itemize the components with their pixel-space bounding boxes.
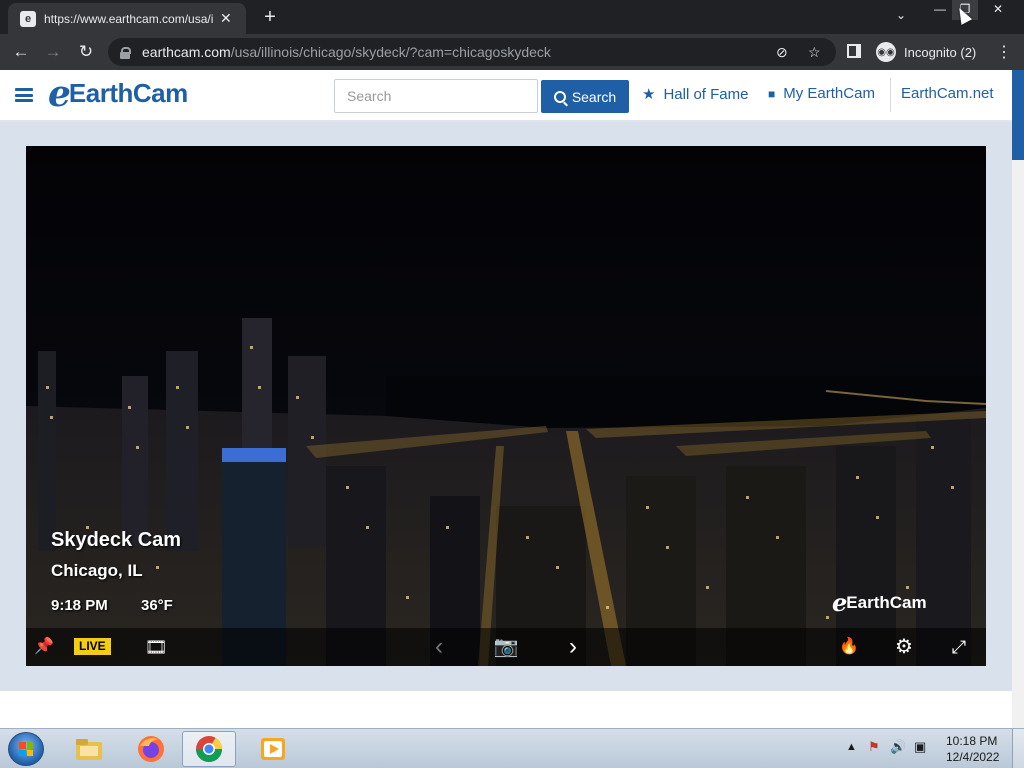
show-desktop-button[interactable] <box>1012 729 1024 768</box>
media-player-icon <box>261 738 285 760</box>
scrollbar-track[interactable] <box>1012 160 1024 728</box>
earthcam-favicon-icon: e <box>20 10 36 27</box>
watermark-mark: e <box>832 588 848 617</box>
start-button[interactable] <box>8 732 44 766</box>
media-player-taskbar-icon[interactable] <box>246 731 300 767</box>
folder-icon <box>76 739 102 760</box>
watermark-text: EarthCam <box>846 593 927 612</box>
clock-date[interactable]: 12/4/2022 <box>946 750 999 764</box>
side-panel-icon[interactable] <box>847 44 861 58</box>
video-camera-icon: ■ <box>768 86 776 101</box>
star-icon: ★ <box>642 86 656 103</box>
browser-tab-strip: e https://www.earthcam.com/usa/i ✕ + ⌄ —… <box>0 0 1024 34</box>
search-input[interactable] <box>334 79 538 113</box>
new-tab-button[interactable]: + <box>258 6 282 28</box>
pin-icon[interactable]: 📌 <box>34 636 54 658</box>
video-player[interactable]: Skydeck Cam Chicago, IL 9:18 PM 36°F e E… <box>26 146 986 666</box>
next-arrow-icon[interactable]: › <box>564 635 582 659</box>
earthcam-net-link[interactable]: EarthCam.net <box>901 85 994 102</box>
hamburger-menu-icon[interactable] <box>15 88 33 102</box>
my-earthcam-label: My EarthCam <box>783 85 875 102</box>
minimize-button[interactable]: — <box>928 0 952 20</box>
browser-menu-icon[interactable]: ⋮ <box>996 42 1012 62</box>
file-explorer-taskbar-icon[interactable] <box>62 731 116 767</box>
search-button[interactable]: Search <box>541 80 629 113</box>
firefox-icon <box>138 736 164 762</box>
address-bar[interactable]: earthcam.com/usa/illinois/chicago/skydec… <box>108 38 836 66</box>
scrollbar-thumb[interactable] <box>1012 70 1024 160</box>
content-below-player <box>0 691 1012 728</box>
action-center-flag-icon[interactable]: ⚑ <box>868 739 880 755</box>
snapshot-camera-icon[interactable]: 📷 <box>490 636 522 658</box>
volume-icon[interactable]: 🔊 <box>890 739 906 755</box>
fullscreen-icon[interactable]: ⤢ <box>948 636 970 658</box>
incognito-icon: ◉◉ <box>876 42 896 62</box>
film-icon[interactable]: 🎞 <box>144 636 168 658</box>
player-controls: 📌 LIVE 🎞 ‹ 📷 › 🔥 ⚙ ⤢ <box>26 628 986 666</box>
tab-search-icon[interactable]: ⌄ <box>896 8 906 22</box>
hot-flame-icon[interactable]: 🔥 <box>838 636 860 658</box>
logo-mark: e <box>48 72 71 115</box>
site-header: e EarthCam Search ★ Hall of Fame ■ My Ea… <box>0 70 1012 121</box>
back-arrow-icon[interactable]: ← <box>10 41 32 63</box>
chrome-icon <box>195 736 223 763</box>
tab-title: https://www.earthcam.com/usa/i <box>44 11 214 26</box>
camera-title: Skydeck Cam <box>51 529 182 551</box>
hall-of-fame-label: Hall of Fame <box>663 85 749 103</box>
browser-tab[interactable]: e https://www.earthcam.com/usa/i ✕ <box>8 3 246 34</box>
chrome-taskbar-icon[interactable] <box>182 731 236 767</box>
lock-icon[interactable] <box>120 46 131 59</box>
bookmark-star-icon[interactable]: ☆ <box>808 44 821 61</box>
url-host: earthcam.com <box>142 44 231 60</box>
windows-taskbar: ▲ ⚑ 🔊 ▣ 10:18 PM 12/4/2022 <box>0 728 1024 768</box>
hall-of-fame-link[interactable]: ★ Hall of Fame <box>642 85 749 104</box>
logo-text: EarthCam <box>68 78 188 108</box>
reload-icon[interactable]: ↻ <box>75 41 97 63</box>
camera-time: 9:18 PM <box>51 597 108 614</box>
my-earthcam-link[interactable]: ■ My EarthCam <box>768 85 875 102</box>
network-icon[interactable]: ▣ <box>914 739 926 755</box>
window-close-button[interactable]: ✕ <box>980 0 1016 20</box>
previous-arrow-icon[interactable]: ‹ <box>430 635 448 659</box>
camera-location: Chicago, IL <box>51 561 143 580</box>
nav-divider <box>890 78 891 112</box>
firefox-taskbar-icon[interactable] <box>124 731 178 767</box>
earthcam-net-label: EarthCam.net <box>901 85 994 102</box>
live-badge[interactable]: LIVE <box>74 638 111 655</box>
camera-temperature: 36°F <box>141 597 173 614</box>
forward-arrow-icon[interactable]: → <box>42 41 64 63</box>
tracking-eye-off-icon[interactable]: ⊘ <box>776 44 788 61</box>
incognito-label: Incognito (2) <box>904 44 977 60</box>
earthcam-watermark: e EarthCam <box>832 588 927 617</box>
tab-close-icon[interactable]: ✕ <box>220 10 232 27</box>
windows-logo-icon <box>19 742 33 756</box>
search-button-label: Search <box>571 88 617 105</box>
earthcam-logo[interactable]: e EarthCam <box>48 72 188 115</box>
search-icon <box>553 90 566 103</box>
incognito-indicator[interactable]: ◉◉ Incognito (2) <box>876 41 976 63</box>
clock-time[interactable]: 10:18 PM <box>946 734 997 748</box>
url-path: /usa/illinois/chicago/skydeck/?cam=chica… <box>230 44 551 60</box>
browser-toolbar: ← → ↻ earthcam.com/usa/illinois/chicago/… <box>0 34 1024 70</box>
tray-overflow-arrow-icon[interactable]: ▲ <box>846 741 857 753</box>
settings-gear-icon[interactable]: ⚙ <box>892 636 916 658</box>
